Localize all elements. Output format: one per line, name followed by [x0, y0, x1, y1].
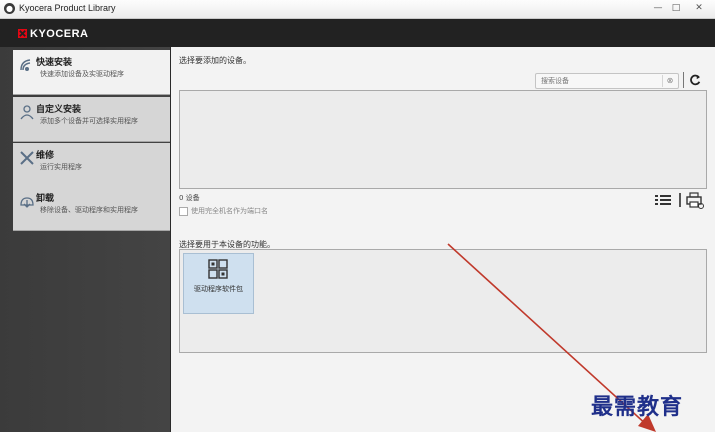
kyocera-mark-icon [18, 29, 27, 38]
sidebar-item-label: 维修 [36, 151, 55, 161]
sidebar-item-label: 自定义安装 [36, 105, 82, 115]
refresh-button[interactable] [683, 72, 706, 88]
sidebar-item-label: 卸载 [36, 194, 55, 204]
sidebar-item-desc: 移除设备、驱动程序和实用程序 [40, 206, 138, 214]
minimize-button[interactable]: — [649, 1, 667, 15]
refresh-icon [690, 74, 701, 86]
close-button[interactable]: ✕ [686, 1, 712, 15]
maximize-button[interactable]: □ [667, 1, 685, 15]
feature-tile-driver-package[interactable]: 驱动程序软件包 [183, 253, 254, 314]
sidebar-item-custom-install[interactable]: 自定义安装 添加多个设备并可选择实用程序 [13, 97, 170, 142]
sidebar-item-uninstall[interactable]: 卸载 移除设备、驱动程序和实用程序 [13, 186, 170, 231]
sidebar-item-label: 快速安装 [36, 58, 73, 68]
app-icon: ● [4, 3, 15, 14]
sidebar-item-desc: 添加多个设备并可选择实用程序 [40, 117, 138, 125]
sidebar-item-maintenance[interactable]: 维修 运行实用程序 [13, 143, 170, 188]
window-titlebar: ● Kyocera Product Library — □ ✕ [0, 0, 715, 19]
printer-icon [686, 192, 704, 209]
user-icon [20, 105, 34, 120]
brand-bar: KYOCERA [0, 19, 715, 47]
search-clear-icon[interactable]: ⊗ [662, 75, 677, 87]
search-input[interactable] [538, 74, 662, 88]
use-hostname-checkbox-row[interactable]: 使用完全机名作为端口名 [179, 206, 268, 216]
window-title: Kyocera Product Library [19, 3, 116, 13]
sidebar-item-quick-install[interactable]: 快速安装 快速添加设备及实驱动程序 [13, 50, 170, 95]
watermark: 最需教育 [591, 394, 684, 420]
feature-tile-label: 驱动程序软件包 [194, 285, 243, 293]
device-list[interactable] [179, 90, 707, 189]
sidebar-item-desc: 运行实用程序 [40, 163, 82, 171]
main-content: 选择要添加的设备。 ⊗ 0 设备 使用完全机名作为端口名 选择要用于本设备的功能… [171, 47, 715, 432]
list-icon [655, 195, 671, 205]
device-count: 0 设备 [179, 194, 200, 202]
feature-panel: 驱动程序软件包 [179, 249, 707, 353]
use-hostname-checkbox[interactable] [179, 206, 188, 216]
device-view-button[interactable] [685, 191, 705, 209]
select-device-heading: 选择要添加的设备。 [179, 56, 251, 65]
tools-icon [20, 151, 34, 165]
uninstall-icon [20, 197, 34, 208]
search-box[interactable]: ⊗ [535, 73, 679, 89]
list-view-button[interactable] [655, 193, 671, 207]
antenna-icon [20, 59, 31, 71]
view-divider [679, 193, 681, 207]
checkbox-label: 使用完全机名作为端口名 [191, 207, 268, 215]
sidebar: 快速安装 快速添加设备及实驱动程序 自定义安装 添加多个设备并可选择实用程序 维… [0, 47, 170, 432]
sidebar-item-desc: 快速添加设备及实驱动程序 [40, 70, 124, 78]
driver-package-icon [208, 259, 228, 279]
kyocera-logo: KYOCERA [18, 28, 89, 40]
